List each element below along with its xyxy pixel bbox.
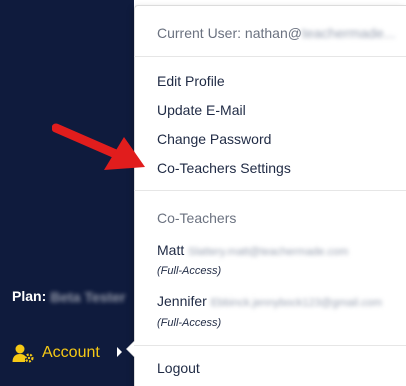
co-teachers-settings-link[interactable]: Co-Teachers Settings — [157, 160, 291, 176]
divider — [134, 190, 406, 191]
co-teachers-header: Co-Teachers — [157, 210, 237, 226]
co-teacher-name: Jennifer — [157, 293, 207, 309]
co-teacher-access: (Full-Access) — [157, 317, 222, 329]
user-cog-icon — [12, 344, 34, 363]
co-teacher-email: Slattery.matt@teachermade.com — [188, 246, 349, 258]
divider — [134, 56, 406, 57]
co-teacher-access: (Full-Access) — [157, 265, 222, 277]
plan-label: Plan: — [12, 288, 47, 304]
plan-value: Beta Tester — [50, 289, 126, 306]
co-teacher-email: Ebbinck.jennybock123@gmail.com — [210, 297, 383, 309]
dropdown-notch — [127, 341, 135, 357]
co-teacher-name: Matt — [157, 242, 185, 258]
logout-link[interactable]: Logout — [157, 360, 200, 376]
change-password-link[interactable]: Change Password — [157, 131, 271, 147]
current-user: Current User: nathan@teachermade... — [157, 25, 395, 41]
account-label: Account — [42, 344, 100, 361]
co-teacher-row[interactable]: Jennifer Ebbinck.jennybock123@gmail.com — [157, 293, 382, 309]
account-menu-toggle[interactable]: Account — [12, 341, 100, 365]
edit-profile-link[interactable]: Edit Profile — [157, 73, 225, 89]
divider — [134, 345, 406, 346]
plan-info: Plan: Beta Tester — [12, 288, 125, 305]
co-teacher-row[interactable]: Matt Slattery.matt@teachermade.com — [157, 242, 348, 258]
current-user-domain: teachermade... — [301, 25, 396, 41]
annotation-arrow-icon — [52, 123, 145, 170]
current-user-prefix: Current User: nathan@ — [157, 25, 302, 41]
sidebar — [0, 0, 134, 386]
update-email-link[interactable]: Update E-Mail — [157, 102, 246, 118]
caret-right-icon — [117, 347, 122, 357]
